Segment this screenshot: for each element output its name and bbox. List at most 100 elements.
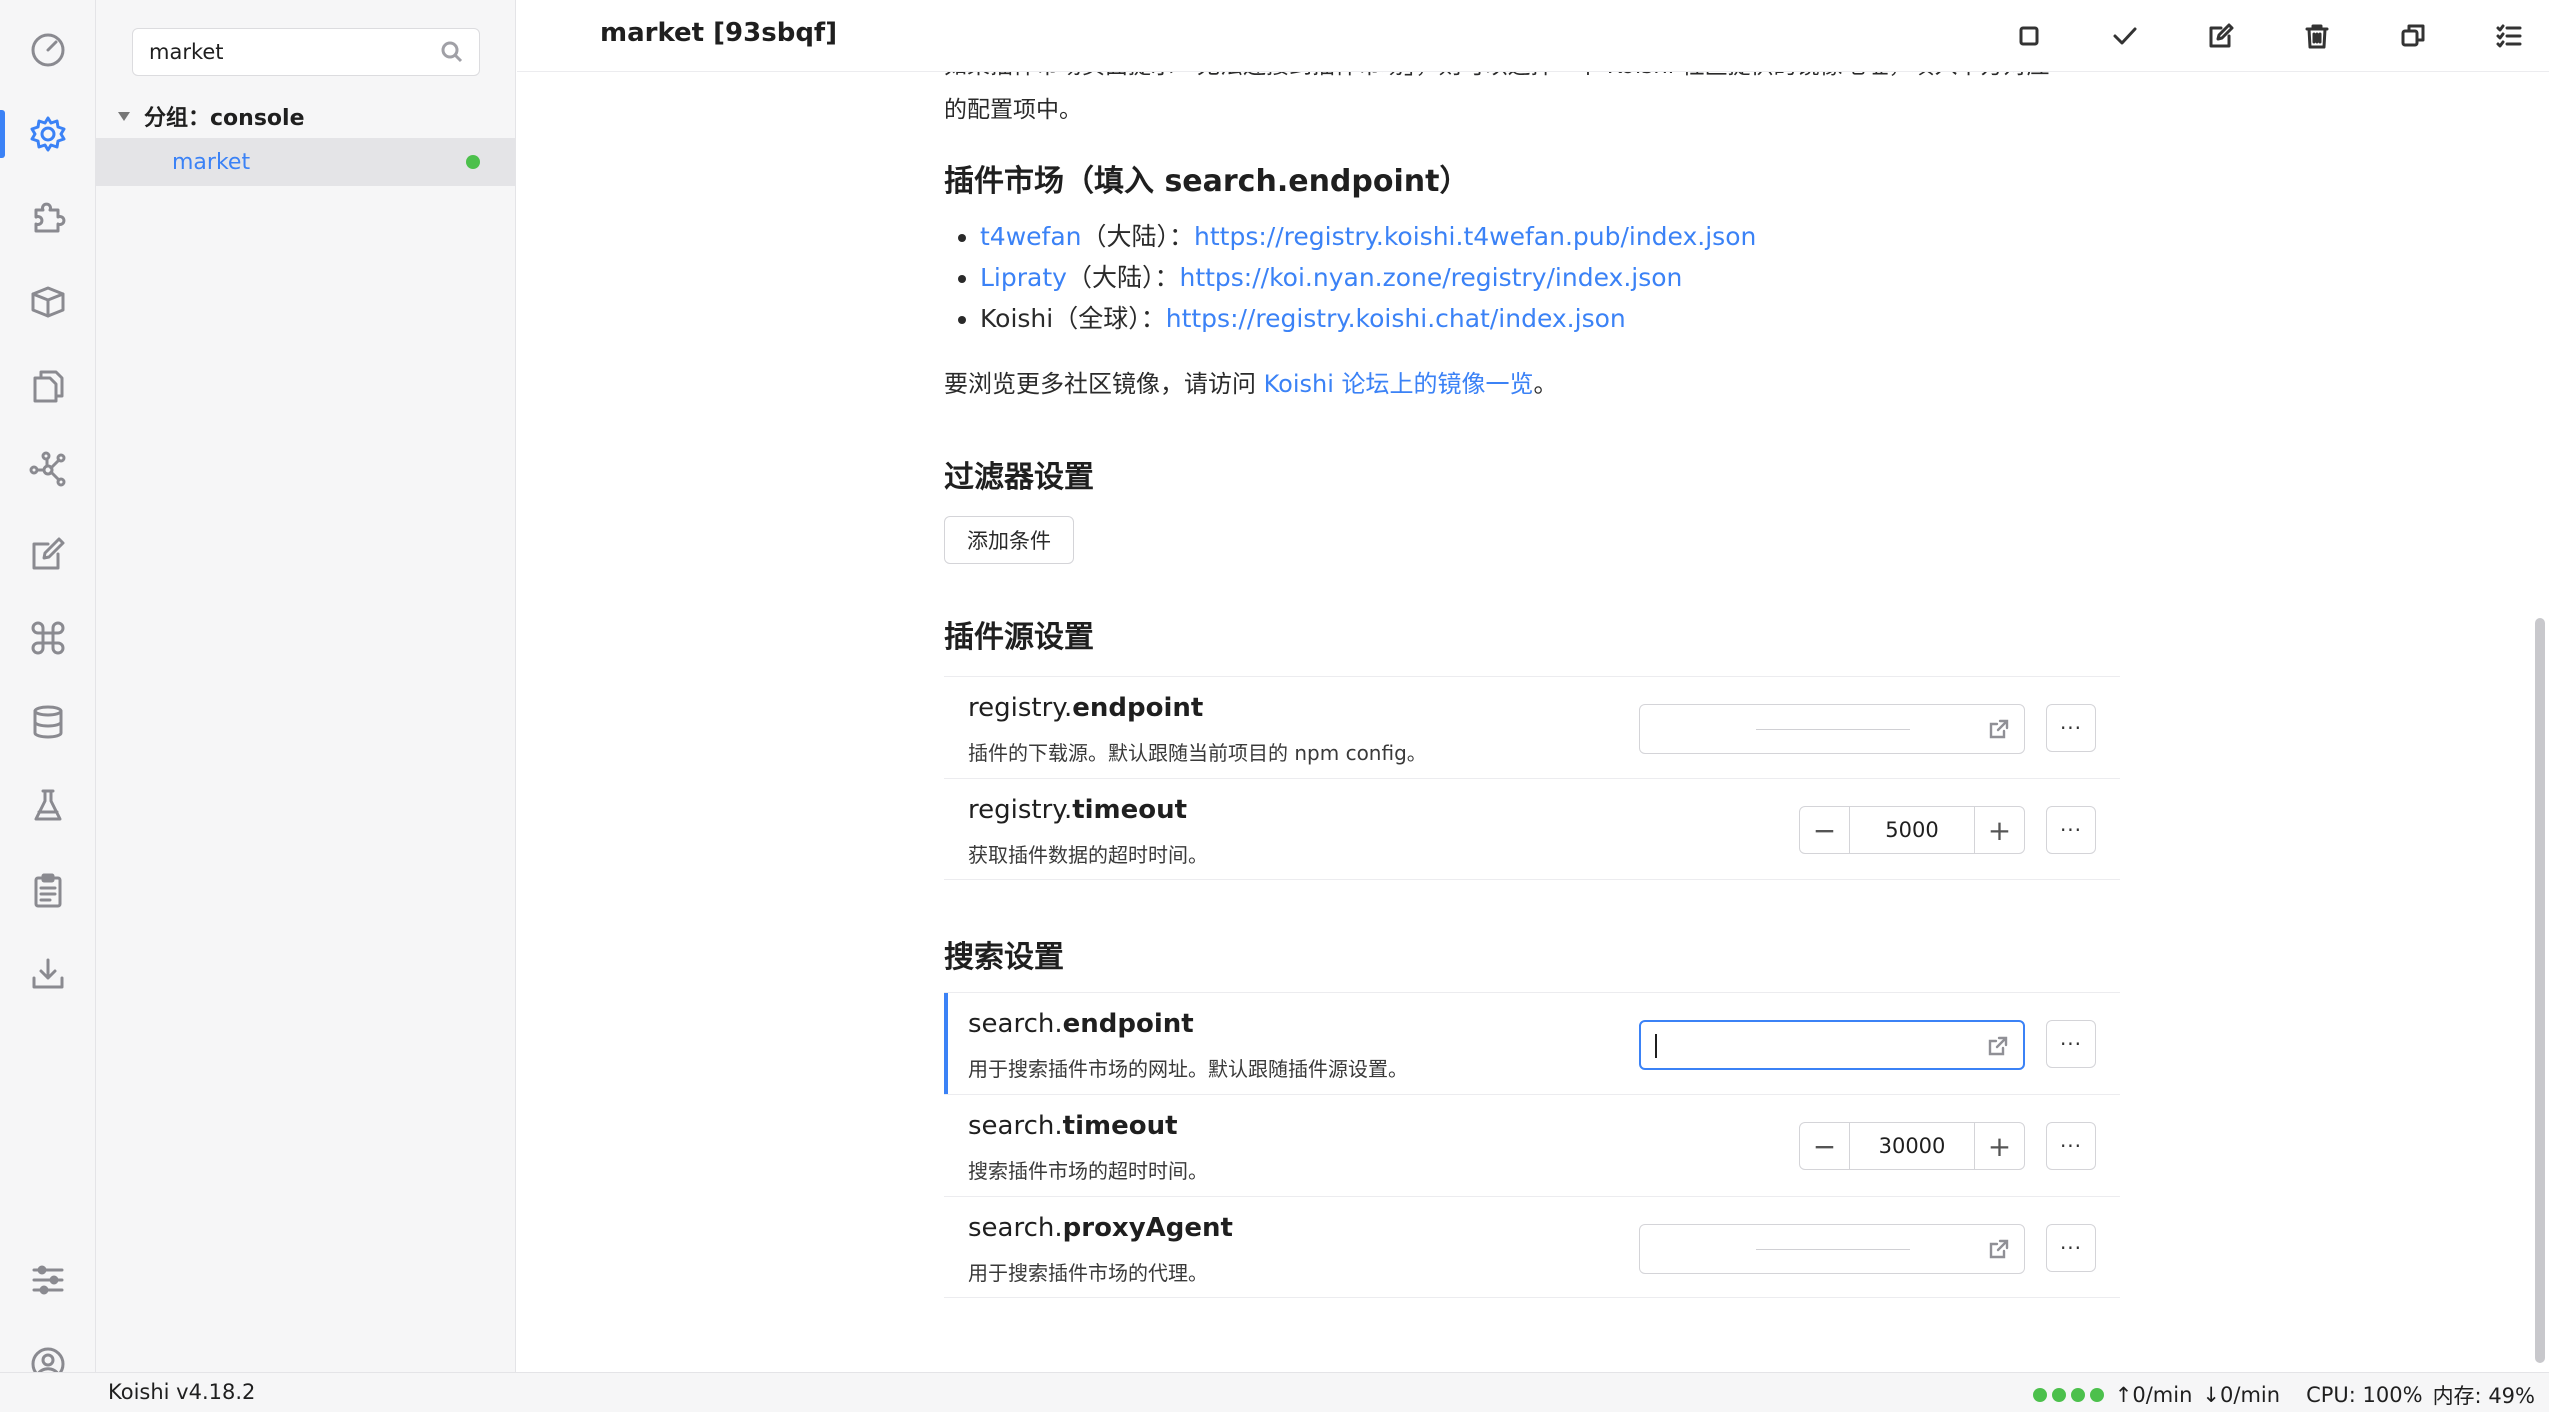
forum-mirrors-link[interactable]: Koishi 论坛上的镜像一览 (1264, 370, 1534, 398)
decrement-button[interactable]: − (1800, 807, 1850, 853)
page-header: market [93sbqf] (517, 0, 2549, 72)
page-title: market [93sbqf] (600, 18, 838, 48)
dashboard-icon[interactable] (0, 8, 96, 92)
market-heading: 插件市场（填入 search.endpoint） (944, 164, 1470, 199)
mirror-region: （全球）： (1053, 304, 1166, 333)
arrow-up-icon: ↑ (2114, 1383, 2133, 1407)
command-icon[interactable] (0, 596, 96, 680)
setting-description: 搜索插件市场的超时时间。 (968, 1159, 1208, 1183)
plugin-sidebar: 分组：console market (96, 0, 516, 1372)
setting-row-registry-timeout: registry.timeout 获取插件数据的超时时间。 − 5000 + ·… (944, 778, 2120, 880)
mirror-intro-text: 如果插件市场页面提示「无法连接到插件市场」，则可以选择一个 Koishi 社区提… (944, 72, 2049, 86)
more-options-button[interactable]: ··· (2046, 704, 2096, 752)
database-icon[interactable] (0, 680, 96, 764)
external-link-icon[interactable] (1988, 718, 2010, 740)
more-options-button[interactable]: ··· (2046, 806, 2096, 854)
caret-down-icon[interactable] (118, 111, 130, 121)
list-check-icon (2496, 24, 2522, 48)
setting-description: 用于搜索插件市场的代理。 (968, 1261, 1208, 1285)
mirror-intro-tail: 的配置项中。 (944, 97, 1082, 123)
plugin-search-input[interactable] (147, 39, 439, 65)
increment-button[interactable]: + (1974, 807, 2024, 853)
mirror-name-link[interactable]: t4wefan (980, 222, 1082, 251)
mirror-name: Koishi (980, 304, 1054, 333)
search-endpoint-input[interactable] (1639, 1020, 2025, 1070)
more-options-button[interactable]: ··· (2046, 1224, 2096, 1272)
text-cursor (1655, 1034, 1657, 1058)
files-icon[interactable] (0, 344, 96, 428)
upload-rate: 0/min (2132, 1383, 2193, 1407)
input-placeholder (1756, 729, 1910, 730)
version-label: Koishi v4.18.2 (108, 1380, 256, 1404)
setting-key-prefix: registry. (968, 795, 1073, 825)
setting-key-name: endpoint (1062, 1009, 1194, 1039)
mirror-name-link[interactable]: Lipraty (980, 263, 1067, 292)
setting-key-prefix: search. (968, 1111, 1063, 1141)
stop-button[interactable] (2007, 14, 2051, 58)
setting-description: 获取插件数据的超时时间。 (968, 843, 1208, 867)
scrollbar-thumb[interactable] (2535, 618, 2545, 1363)
more-options-button[interactable]: ··· (2046, 1122, 2096, 1170)
registry-timeout-stepper: − 5000 + (1799, 806, 2025, 854)
setting-description: 用于搜索插件市场的网址。默认跟随插件源设置。 (968, 1057, 1408, 1081)
mirror-url-link[interactable]: https://koi.nyan.zone/registry/index.jso… (1179, 263, 1682, 292)
decrement-button[interactable]: − (1800, 1123, 1850, 1169)
status-dot (466, 155, 480, 169)
filter-heading: 过滤器设置 (944, 460, 1094, 495)
copy-button[interactable] (2391, 14, 2435, 58)
setting-row-search-timeout: search.timeout 搜索插件市场的超时时间。 − 30000 + ··… (944, 1094, 2120, 1196)
status-dot (2051, 1388, 2066, 1402)
group-console[interactable]: 分组：console (96, 94, 516, 138)
arrow-down-icon: ↓ (2202, 1383, 2221, 1407)
mirror-item: Lipraty（大陆）：https://koi.nyan.zone/regist… (980, 257, 1756, 298)
edit-icon (2209, 23, 2234, 48)
setting-key: search.proxyAgent (968, 1213, 1233, 1243)
setting-key: registry.timeout (968, 795, 1187, 825)
package-icon[interactable] (0, 260, 96, 344)
external-link-icon[interactable] (1988, 1238, 2010, 1260)
stepper-value[interactable]: 5000 (1850, 807, 1974, 853)
status-bar: Koishi v4.18.2 ↑ 0/min ↓ 0/min CPU: 100%… (0, 1372, 2549, 1412)
copy-icon (2401, 24, 2425, 47)
setting-row-registry-endpoint: registry.endpoint 插件的下载源。默认跟随当前项目的 npm c… (944, 676, 2120, 778)
registry-endpoint-input[interactable] (1639, 704, 2025, 754)
plugin-search-box[interactable] (132, 28, 480, 76)
search-icon[interactable] (439, 39, 465, 65)
memory-usage: 内存: 49% (2432, 1384, 2535, 1408)
mirror-url-link[interactable]: https://registry.koishi.t4wefan.pub/inde… (1194, 222, 1756, 251)
activity-bar (0, 0, 96, 1381)
sidebar-item-market[interactable]: market (96, 138, 516, 186)
search-heading: 搜索设置 (944, 940, 1064, 975)
status-dot (2032, 1388, 2047, 1402)
search-proxy-agent-input[interactable] (1639, 1224, 2025, 1274)
increment-button[interactable]: + (1974, 1123, 2024, 1169)
setting-key-prefix: registry. (968, 693, 1073, 723)
status-metrics: ↑ 0/min ↓ 0/min CPU: 100% 内存: 49% (2032, 1380, 2535, 1410)
manage-button[interactable] (2487, 14, 2531, 58)
group-label: 分组：console (144, 106, 305, 131)
mirror-url-link[interactable]: https://registry.koishi.chat/index.json (1166, 304, 1626, 333)
download-icon[interactable] (0, 932, 96, 1016)
stepper-value[interactable]: 30000 (1850, 1123, 1974, 1169)
mirror-item: t4wefan（大陆）：https://registry.koishi.t4we… (980, 216, 1756, 257)
network-icon[interactable] (0, 428, 96, 512)
mirror-region: （大陆）： (1081, 222, 1195, 251)
cpu-usage: CPU: 100% (2306, 1383, 2423, 1407)
add-condition-button[interactable]: 添加条件 (944, 516, 1074, 564)
gear-icon[interactable] (0, 92, 96, 176)
setting-key-name: timeout (1062, 1111, 1178, 1141)
flask-icon[interactable] (0, 764, 96, 848)
sliders-icon[interactable] (0, 1238, 96, 1322)
download-rate: 0/min (2220, 1383, 2281, 1407)
more-suffix: 。 (1533, 370, 1558, 398)
edit-button[interactable] (2199, 14, 2243, 58)
puzzle-icon[interactable] (0, 176, 96, 260)
delete-button[interactable] (2295, 14, 2339, 58)
external-link-icon[interactable] (1987, 1035, 2009, 1057)
setting-description: 插件的下载源。默认跟随当前项目的 npm config。 (968, 741, 1427, 765)
clipboard-icon[interactable] (0, 848, 96, 932)
more-options-button[interactable]: ··· (2046, 1020, 2096, 1068)
edit-icon[interactable] (0, 512, 96, 596)
apply-button[interactable] (2103, 14, 2147, 58)
setting-key-prefix: search. (968, 1009, 1063, 1039)
